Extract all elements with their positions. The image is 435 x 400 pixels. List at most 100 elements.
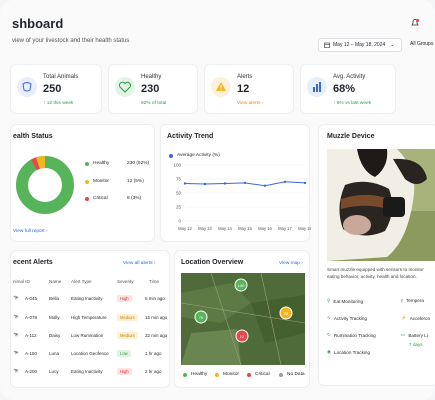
stat-value: 68% [333, 83, 356, 95]
stat-card-alerts[interactable]: Alerts 12 View alerts › [204, 64, 294, 114]
animal-id: A-112 [25, 333, 37, 338]
section-title: Location Overview [181, 259, 244, 266]
data-point [183, 182, 187, 185]
stat-card-healthy[interactable]: Healthy 230 92% of total [108, 64, 198, 114]
stat-subtext: ↑ 6% vs last week [333, 101, 372, 106]
muzzle-device-card: Muzzle Device Smart muzzle equipped with… [318, 124, 435, 386]
legend-critical: Critical 8 (3%) [85, 196, 141, 201]
animal-id: A-078 [25, 315, 38, 320]
legend-value: 230 (92%) [127, 161, 150, 166]
animal-name: Daisy [49, 333, 61, 338]
view-alerts-link[interactable]: View alerts › [237, 101, 263, 106]
date-range-text: May 12 – May 18, 2024 [333, 42, 386, 48]
bar-chart-icon [307, 77, 327, 97]
heart-pulse-icon [115, 77, 135, 97]
location-icon: ◉ [327, 349, 332, 354]
legend-healthy: Healthy 230 (92%) [85, 161, 149, 166]
donut-healthy [16, 156, 74, 214]
view-map-link[interactable]: View map › [279, 261, 303, 266]
feature-label: Rumination Tracking [333, 332, 376, 338]
chevron-down-icon: ⌄ [390, 42, 395, 48]
marker-count: 100 [238, 283, 245, 288]
section-title: ealth Status [13, 133, 53, 140]
section-title: ecent Alerts [13, 259, 53, 266]
feature-label: Tempera [406, 298, 424, 303]
device-description: Smart muzzle equipped with sensors to mo… [327, 267, 424, 279]
legend-label: Healthy [191, 372, 208, 377]
marker-count: 28 [284, 311, 289, 316]
severity-badge: Low [117, 350, 131, 357]
accelerometer-icon: ⚡ [401, 315, 407, 320]
feature-rumination: ↻ Rumination Tracking [327, 332, 376, 338]
fork-icon: ⚲ [327, 298, 331, 303]
battery-icon: ▭ [401, 332, 406, 337]
marker-count: 70 [199, 315, 204, 320]
legend-label: Critical [93, 196, 108, 201]
feature-temperature: ⫯ Tempera [401, 298, 424, 303]
legend-label: Average Activity (%) [177, 153, 220, 158]
page-subtitle: view of your livestock and their health … [12, 38, 130, 44]
location-map[interactable]: 100 70 28 12 [181, 273, 305, 365]
date-range-picker[interactable]: May 12 – May 18, 2024 ⌄ [318, 38, 402, 52]
map-marker-healthy[interactable]: 70 [194, 310, 208, 324]
stat-label: Avg. Activity [333, 74, 366, 80]
cow-photo [327, 149, 435, 261]
view-full-report-link[interactable]: View full report › [13, 229, 48, 234]
column-header: Severity [117, 279, 134, 284]
map-marker-healthy[interactable]: 100 [234, 278, 248, 292]
group-selector[interactable]: All Groups [410, 41, 433, 47]
severity-badge: Medium [117, 314, 138, 321]
map-marker-critical[interactable]: 12 [235, 329, 249, 343]
animal-name: Molly [49, 315, 60, 320]
y-tick-label: 75 [176, 177, 182, 182]
feature-label: Eat Monitoring [333, 298, 363, 304]
legend-dot [279, 372, 283, 377]
x-tick-label: May 13 [198, 226, 212, 231]
thermometer-icon: ⫯ [401, 298, 403, 303]
legend-monitor: Monitor 12 (5%) [85, 179, 144, 184]
cow-icon [17, 77, 37, 97]
severity-badge: Medium [117, 332, 138, 339]
alert-type: Eating Inactivity [71, 296, 103, 301]
alert-time: 32 min ago [145, 333, 168, 338]
column-header: Time [149, 279, 160, 284]
recent-alerts-card: ecent Alerts View all alerts › nimal ID … [10, 250, 170, 388]
animal-id: A-150 [25, 351, 38, 356]
map-marker-monitor[interactable]: 28 [279, 306, 293, 320]
legend-label: Healthy [93, 161, 110, 166]
data-point [263, 184, 267, 187]
x-tick-label: May 17 [278, 226, 292, 231]
animal-name: Luna [49, 351, 60, 356]
legend-dot [85, 196, 89, 201]
legend-label: Monitor [223, 372, 239, 377]
column-header: Name [49, 279, 62, 284]
activity-icon: ∿ [327, 315, 331, 320]
stat-subtext: 92% of total [141, 101, 167, 106]
view-all-alerts-link[interactable]: View all alerts › [123, 261, 155, 266]
activity-line-chart: 100 75 50 25 0 May 12 May 13 May 14 May 15 May 16… [173, 163, 311, 232]
y-tick-label: 100 [173, 163, 181, 168]
legend-label: Critical [255, 372, 270, 377]
animal-name: Bella [49, 296, 60, 301]
location-overview-card: Location Overview View map › 100 70 28 1… [174, 250, 310, 388]
stat-subtext: ↑ 12 this week [43, 101, 74, 106]
stat-card-activity[interactable]: Avg. Activity 68% ↑ 6% vs last week [300, 64, 396, 114]
map-legend-nodata: No Data [279, 372, 305, 377]
feature-activity: ∿ Activity Tracking [327, 315, 367, 321]
stat-card-total[interactable]: Total Animals 250 ↑ 12 this week [10, 64, 102, 114]
legend-dot [85, 161, 89, 166]
map-legend-critical: Critical [247, 372, 270, 377]
stat-value: 230 [141, 83, 160, 95]
alert-type: High Temperature [71, 315, 107, 320]
legend-dot [85, 179, 89, 184]
x-tick-label: May 18 [298, 226, 311, 231]
alert-type: Location Geofence [71, 351, 109, 356]
page-title: shboard [12, 16, 64, 31]
legend-value: 8 (3%) [127, 196, 142, 201]
column-header: Alert Type [71, 279, 92, 284]
bell-icon[interactable] [410, 18, 420, 28]
stat-label: Alerts [237, 74, 253, 80]
alert-time: 1 hr ago [145, 351, 162, 356]
legend-dot [247, 372, 251, 377]
x-tick-label: May 14 [218, 226, 232, 231]
